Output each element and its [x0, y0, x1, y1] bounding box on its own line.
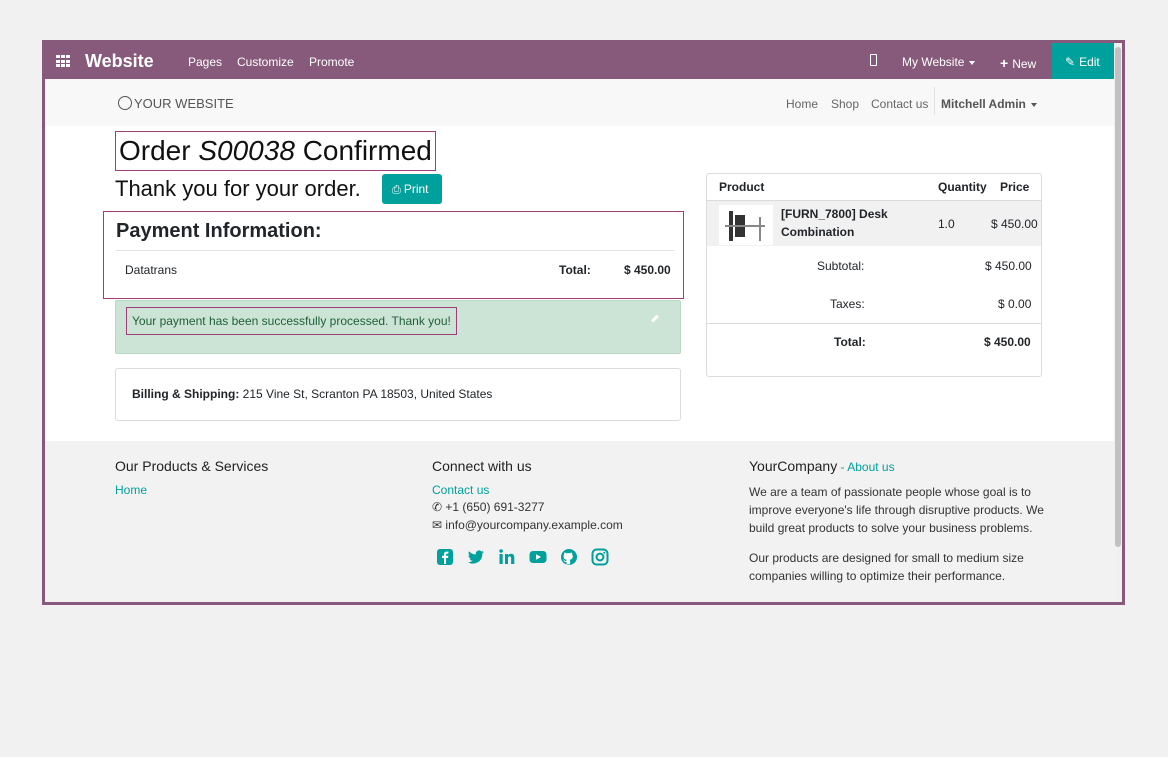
site-logo-text: YOUR WEBSITE: [134, 96, 234, 111]
chevron-down-icon: [969, 60, 976, 65]
nav-home[interactable]: Home: [786, 97, 818, 111]
taxes-value: $ 0.00: [998, 297, 1032, 311]
facebook-icon[interactable]: [436, 548, 454, 566]
github-icon[interactable]: [560, 548, 578, 566]
col-quantity: Quantity: [938, 180, 987, 194]
payment-divider: [116, 250, 675, 251]
site-header: YOUR WEBSITE Home Shop Contact us Mitche…: [45, 79, 1114, 126]
payment-success-alert: Your payment has been successfully proce…: [115, 300, 681, 354]
browser-frame: Website Pages Customize Promote My Websi…: [42, 40, 1125, 605]
footer-email-address: info@yourcompany.example.com: [445, 518, 623, 532]
print-button[interactable]: ⎙ Print: [382, 174, 442, 204]
footer-home-link[interactable]: Home: [115, 483, 147, 497]
payment-information: Payment Information: Datatrans Total: $ …: [103, 211, 684, 299]
globe-icon: [118, 96, 132, 110]
order-title: Order S00038 Confirmed: [115, 131, 436, 171]
footer-contact-link[interactable]: Contact us: [432, 483, 489, 497]
instagram-icon[interactable]: [591, 548, 609, 566]
plus-icon: +: [1000, 55, 1009, 71]
vertical-scrollbar[interactable]: [1114, 43, 1122, 602]
footer-company-name: YourCompany: [749, 458, 838, 474]
col-product: Product: [719, 180, 765, 194]
footer-company-heading: YourCompany - About us: [749, 458, 895, 474]
footer-products-heading: Our Products & Services: [115, 458, 269, 474]
website-selector-label: My Website: [902, 55, 965, 69]
site-logo[interactable]: YOUR WEBSITE: [118, 96, 234, 111]
chevron-down-icon: [1030, 102, 1037, 107]
new-button[interactable]: + New: [1000, 55, 1036, 71]
user-menu-label: Mitchell Admin: [941, 97, 1026, 111]
pencil-icon: ✎: [1065, 55, 1076, 69]
youtube-icon[interactable]: [529, 548, 547, 566]
website-selector[interactable]: My Website: [902, 55, 976, 69]
taxes-label: Taxes:: [830, 297, 865, 311]
phone-icon: ✆: [432, 500, 443, 514]
order-title-suffix: Confirmed: [302, 135, 432, 166]
subtotal-value: $ 450.00: [985, 259, 1032, 273]
new-button-label: New: [1012, 57, 1037, 71]
product-image: [719, 205, 773, 245]
footer-phone-number: +1 (650) 691-3277: [445, 500, 545, 514]
envelope-icon: ✉: [432, 518, 443, 532]
col-price: Price: [1000, 180, 1030, 194]
payment-total-label: Total:: [559, 263, 591, 277]
product-quantity: 1.0: [938, 217, 955, 231]
cart-total-label: Total:: [834, 335, 866, 349]
footer-email[interactable]: ✉ info@yourcompany.example.com: [432, 516, 623, 534]
payment-success-message: Your payment has been successfully proce…: [126, 307, 457, 335]
order-reference: S00038: [198, 135, 295, 166]
twitter-icon[interactable]: [467, 548, 485, 566]
nav-contact[interactable]: Contact us: [871, 97, 928, 111]
payment-heading: Payment Information:: [116, 220, 322, 242]
menu-promote[interactable]: Promote: [309, 55, 354, 69]
footer-about-link[interactable]: About us: [847, 460, 894, 474]
menu-customize[interactable]: Customize: [237, 55, 294, 69]
summary-divider: [707, 323, 1041, 324]
print-button-label: Print: [403, 182, 429, 196]
payment-total-value: $ 450.00: [624, 263, 671, 277]
payment-method: Datatrans: [125, 263, 178, 277]
subtotal-label: Subtotal:: [817, 259, 865, 273]
linkedin-icon[interactable]: [498, 548, 516, 566]
thank-you-message: Thank you for your order.: [115, 176, 361, 201]
footer-phone: ✆ +1 (650) 691-3277: [432, 498, 544, 516]
cart-total-value: $ 450.00: [984, 335, 1031, 349]
edit-button-label: Edit: [1079, 55, 1100, 69]
billing-label: Billing & Shipping:: [132, 387, 240, 401]
cart-line: [FURN_7800] Desk Combination 1.0 $ 450.0…: [707, 200, 1041, 246]
order-summary-card: Product Quantity Price [FURN_7800] Desk …: [706, 173, 1042, 377]
app-brand[interactable]: Website: [85, 51, 154, 72]
product-price: $ 450.00: [991, 217, 1038, 231]
scrollbar-thumb[interactable]: [1115, 47, 1121, 547]
menu-pages[interactable]: Pages: [188, 55, 222, 69]
editor-topbar: Website Pages Customize Promote My Websi…: [45, 43, 1122, 79]
nav-divider: [934, 87, 935, 115]
pencil-icon[interactable]: [651, 314, 659, 323]
billing-address: 215 Vine St, Scranton PA 18503, United S…: [242, 387, 493, 401]
footer-company-description: We are a team of passionate people whose…: [749, 485, 1044, 535]
footer-company-note: Our products are designed for small to m…: [749, 551, 1024, 583]
edit-button[interactable]: ✎ Edit: [1052, 43, 1114, 79]
mobile-preview-icon[interactable]: [870, 54, 877, 66]
billing-shipping-card: Billing & Shipping: 215 Vine St, Scranto…: [115, 368, 681, 421]
product-name[interactable]: [FURN_7800] Desk Combination: [781, 205, 901, 241]
site-footer: Our Products & Services Home Connect wit…: [45, 441, 1114, 602]
order-title-prefix: Order: [119, 135, 191, 166]
nav-shop[interactable]: Shop: [831, 97, 859, 111]
apps-grid-icon[interactable]: [56, 55, 70, 67]
footer-connect-heading: Connect with us: [432, 458, 532, 474]
printer-icon: ⎙: [392, 184, 401, 196]
user-menu[interactable]: Mitchell Admin: [941, 97, 1037, 111]
